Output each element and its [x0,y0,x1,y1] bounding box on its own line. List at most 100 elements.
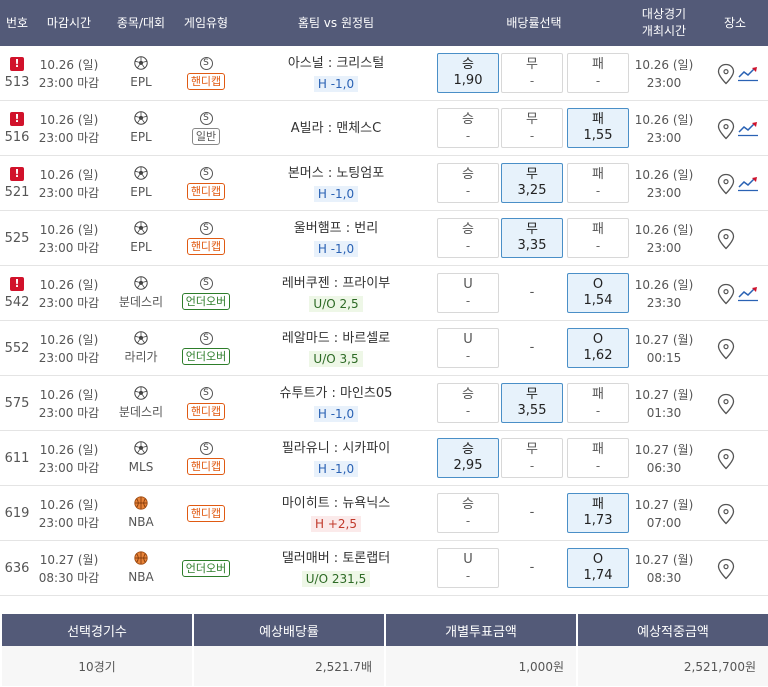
deadline: 10.26 (일) 23:00 마감 [34,156,104,211]
game-type-tag: 핸디캡 [186,458,226,475]
location-pin-icon[interactable] [716,283,736,305]
sport-league: EPL [108,156,174,211]
league-name: MLS [128,460,154,474]
match-row: 636 10.27 (월) 08:30 마감 NBA 언더오버 댈러매버 : 토론… [0,541,768,596]
odds-button[interactable]: 승 1,90 [437,53,499,93]
odds-label: O [592,277,604,292]
odds-button[interactable]: U - [437,273,499,313]
location-pin-icon[interactable] [716,228,736,250]
place [708,376,768,431]
location-pin-icon[interactable] [716,173,736,195]
odds-button[interactable]: 무 - [501,438,563,478]
summary-odds: 2,521.7배 [194,646,384,686]
odds-button[interactable]: 승 2,95 [437,438,499,478]
header-place: 장소 [723,15,747,30]
deadline-date: 10.26 (일) [39,332,99,347]
match-date-day: 10.26 (일) [634,222,694,237]
team-names: 댈러매버 : 토론랩터 [281,551,391,566]
game-type: S 언더오버 [176,266,236,321]
deadline-time: 23:00 마감 [38,350,100,365]
team-names: 아스널 : 크리스털 [287,56,385,71]
header-sport: 종목/대회 [116,15,166,30]
game-number-text: 542 [4,295,30,310]
odds-button[interactable]: 무 - [501,108,563,148]
special-s-icon: S [199,277,213,290]
odds-button[interactable]: 무 3,35 [501,218,563,258]
match-date: 10.26 (일) 23:00 [632,211,696,266]
odds-value: - [465,514,471,528]
odds-value: 1,73 [583,513,613,528]
team-names: 마이히트 : 뉴욕닉스 [281,496,391,511]
game-number: 611 [0,431,34,486]
location-pin-icon[interactable] [716,118,736,140]
handicap-line: U/O 2,5 [309,296,363,312]
team-names: 슈투트가 : 마인츠05 [279,386,393,401]
odds-button[interactable]: U - [437,328,499,368]
odds-button[interactable]: 승 - [437,108,499,148]
place [708,211,768,266]
odds-button[interactable]: 승 - [437,383,499,423]
odds-label: 승 [462,222,474,237]
odds-button[interactable]: 패 1,73 [567,493,629,533]
deadline-date: 10.26 (일) [39,57,99,72]
location-pin-icon[interactable] [716,338,736,360]
deadline: 10.26 (일) 23:00 마감 [34,211,104,266]
odds-value: - [595,459,601,473]
odds-button[interactable]: 승 - [437,493,499,533]
sport-league: NBA [108,541,174,596]
match-date: 10.26 (일) 23:00 [632,101,696,156]
sport-league: EPL [108,211,174,266]
odds-button[interactable]: 무 3,55 [501,383,563,423]
odds-button[interactable]: 패 - [567,53,629,93]
trend-chart-icon[interactable] [736,285,759,303]
odds-value: - [465,569,471,583]
odds-button[interactable]: 패 - [567,163,629,203]
summary-header-payout: 예상적중금액 [578,614,768,646]
odds-button[interactable]: 패 - [567,438,629,478]
team-names: A빌라 : 맨체스C [290,120,382,136]
odds-value: 1,62 [583,348,613,363]
odds-button[interactable]: 무 - [501,53,563,93]
summary-header-count: 선택경기수 [2,614,192,646]
game-number-text: 521 [4,185,30,200]
match-teams: 마이히트 : 뉴욕닉스 H +2,5 [236,486,436,541]
match-date: 10.27 (월) 06:30 [632,431,696,486]
odds-button[interactable]: 무 3,25 [501,163,563,203]
odds-label: U [463,552,473,567]
odds-button[interactable]: U - [437,548,499,588]
league-name: EPL [130,185,152,199]
odds-button[interactable]: 패 1,55 [567,108,629,148]
game-type: S 핸디캡 [176,46,236,101]
location-pin-icon[interactable] [716,558,736,580]
trend-chart-icon[interactable] [736,120,759,138]
odds-label: 패 [592,497,604,512]
location-pin-icon[interactable] [716,448,736,470]
location-pin-icon[interactable] [716,63,736,85]
location-pin-icon[interactable] [716,393,736,415]
odds-button[interactable]: 승 - [437,218,499,258]
odds-button[interactable]: O 1,74 [567,548,629,588]
match-row: 611 10.26 (일) 23:00 마감 MLS S 핸디캡 필라유니 : 시카… [0,431,768,486]
handicap-line: H -1,0 [313,76,359,92]
odds-button[interactable]: O 1,54 [567,273,629,313]
game-type-tag: 핸디캡 [186,183,226,200]
soccer-ball-icon [134,276,148,293]
alert-badge: ! [10,112,24,126]
summary-count: 10경기 [2,646,192,686]
trend-chart-icon[interactable] [736,65,759,83]
trend-chart-icon[interactable] [736,175,759,193]
match-date-time: 01:30 [646,405,682,420]
game-number: 525 [0,211,34,266]
match-date: 10.27 (월) 08:30 [632,541,696,596]
deadline: 10.26 (일) 23:00 마감 [34,266,104,321]
odds-button[interactable]: 승 - [437,163,499,203]
odds-button[interactable]: 패 - [567,218,629,258]
odds-button[interactable]: O 1,62 [567,328,629,368]
location-pin-icon[interactable] [716,503,736,525]
odds-label: 승 [462,112,474,127]
odds-value: 1,54 [583,293,613,308]
odds-value: - [595,239,601,253]
soccer-ball-icon [134,331,148,348]
odds-button[interactable]: 패 - [567,383,629,423]
match-date: 10.26 (일) 23:00 [632,156,696,211]
